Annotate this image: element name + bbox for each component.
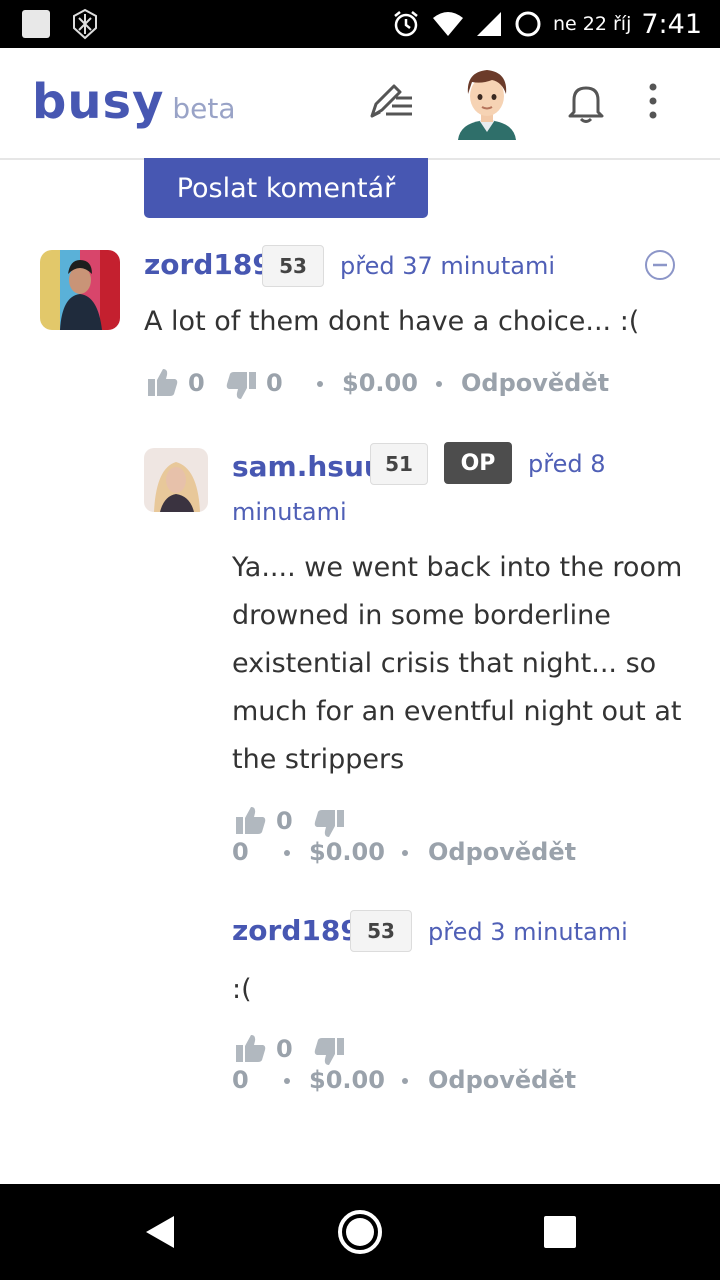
comment-text-line: Ya.... we went back into the room bbox=[232, 552, 683, 583]
upvote-count: 0 bbox=[188, 369, 205, 397]
status-bar: ne 22 říj 7:41 bbox=[0, 0, 720, 48]
downvote-icon[interactable] bbox=[314, 1036, 346, 1068]
op-badge: OP bbox=[444, 442, 512, 484]
logo-beta-badge: beta bbox=[172, 92, 236, 125]
alarm-icon bbox=[394, 11, 418, 37]
reputation-badge: 51 bbox=[370, 443, 428, 485]
comment-time[interactable]: před 3 minutami bbox=[428, 918, 628, 946]
comment-text: Ya.... we went back into the room drowne… bbox=[232, 544, 702, 784]
logo-text: busy bbox=[32, 74, 165, 130]
bell-icon[interactable] bbox=[566, 82, 606, 124]
signal-icon bbox=[477, 12, 501, 36]
write-icon[interactable] bbox=[366, 78, 414, 124]
downvote-count: 0 bbox=[232, 1066, 249, 1094]
collapse-icon[interactable] bbox=[644, 249, 676, 281]
downvote-icon[interactable] bbox=[226, 370, 258, 402]
separator-dot bbox=[284, 1078, 290, 1084]
comment-time-line2[interactable]: minutami bbox=[232, 498, 347, 526]
status-time: 7:41 bbox=[641, 8, 702, 40]
comment-text-line: the strippers bbox=[232, 744, 405, 775]
busy-logo[interactable]: busy beta bbox=[32, 74, 236, 130]
comment-author[interactable]: zord189 bbox=[232, 914, 360, 947]
back-icon[interactable] bbox=[142, 1214, 178, 1250]
upvote-icon[interactable] bbox=[234, 1032, 266, 1064]
post-comment-button[interactable]: Poslat komentář bbox=[144, 158, 428, 218]
recents-icon[interactable] bbox=[544, 1216, 576, 1248]
more-vert-icon[interactable] bbox=[646, 82, 660, 122]
comment-author[interactable]: sam.hsuu bbox=[232, 450, 384, 483]
reputation-badge: 53 bbox=[262, 245, 324, 287]
avatar-image bbox=[40, 250, 120, 330]
downvote-icon[interactable] bbox=[314, 808, 346, 840]
avatar-image bbox=[144, 448, 208, 512]
payout-value[interactable]: $0.00 bbox=[309, 1066, 385, 1094]
upvote-icon[interactable] bbox=[234, 804, 266, 836]
home-icon[interactable] bbox=[336, 1208, 384, 1256]
comment-author[interactable]: zord189 bbox=[144, 248, 272, 281]
separator-dot bbox=[317, 381, 323, 387]
downvote-count: 0 bbox=[266, 369, 283, 397]
reply-link[interactable]: Odpovědět bbox=[428, 1066, 576, 1094]
comment-text: :( bbox=[232, 974, 252, 1005]
comment-time[interactable]: před 37 minutami bbox=[340, 252, 555, 280]
app-notification-icon bbox=[73, 8, 97, 40]
wifi-icon bbox=[433, 12, 463, 36]
notification-square-icon bbox=[22, 10, 50, 38]
separator-dot bbox=[402, 1078, 408, 1084]
comment-text-line: much for an eventful night out at bbox=[232, 696, 682, 727]
reply-link[interactable]: Odpovědět bbox=[461, 369, 609, 397]
avatar-sam-hsuu[interactable] bbox=[144, 448, 208, 512]
reply-link[interactable]: Odpovědět bbox=[428, 838, 576, 866]
separator-dot bbox=[284, 850, 290, 856]
payout-value[interactable]: $0.00 bbox=[342, 369, 418, 397]
separator-dot bbox=[436, 381, 442, 387]
comment-time-line1[interactable]: před 8 bbox=[528, 450, 605, 478]
comment-text-line: existential crisis that night... so bbox=[232, 648, 657, 679]
downvote-count: 0 bbox=[232, 838, 249, 866]
status-date: ne 22 říj bbox=[553, 13, 632, 35]
payout-value[interactable]: $0.00 bbox=[309, 838, 385, 866]
battery-saver-icon bbox=[515, 11, 541, 37]
separator-dot bbox=[402, 850, 408, 856]
upvote-count: 0 bbox=[276, 807, 293, 835]
upvote-count: 0 bbox=[276, 1035, 293, 1063]
comment-text: A lot of them dont have a choice... :( bbox=[144, 306, 640, 337]
avatar-zord189[interactable] bbox=[40, 250, 120, 330]
user-avatar[interactable] bbox=[452, 64, 522, 140]
system-nav-bar bbox=[0, 1184, 720, 1280]
reputation-badge: 53 bbox=[350, 910, 412, 952]
comment-text-line: drowned in some borderline bbox=[232, 600, 611, 631]
app-header: busy beta bbox=[0, 48, 720, 160]
upvote-icon[interactable] bbox=[146, 366, 178, 398]
